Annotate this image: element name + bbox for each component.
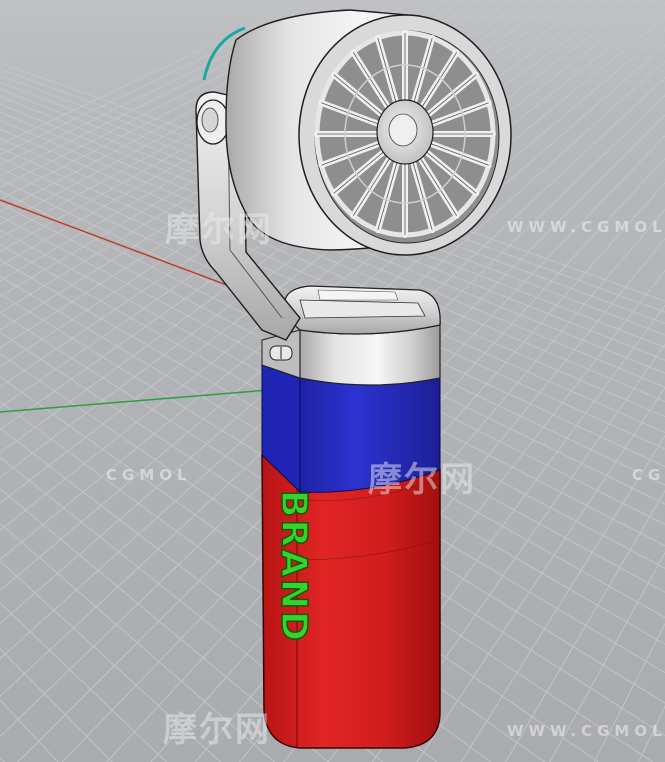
watermark-cn-mid: 摩尔网 — [368, 460, 476, 500]
brand-label-text: BRAND — [273, 490, 314, 643]
watermark-cn-bottom: 摩尔网 — [163, 710, 271, 750]
watermark-url-bottom: WWW.CGMOL — [507, 722, 665, 740]
watermark-brand-right: CGMOL — [632, 466, 665, 484]
watermark-brand-left: CGMOL — [106, 466, 192, 484]
watermark-url-top: WWW.CGMOL — [507, 218, 665, 236]
perspective-viewport[interactable]: BRAND 摩尔网 摩尔网 摩尔网 CGMOL CGMOL — [0, 0, 665, 762]
brand-label: BRAND — [272, 489, 315, 644]
switch-icon[interactable] — [269, 345, 293, 361]
scene-canvas[interactable]: BRAND — [0, 0, 665, 762]
pivot-knob-icon[interactable] — [196, 99, 230, 145]
watermark-cn-top: 摩尔网 — [165, 210, 273, 250]
